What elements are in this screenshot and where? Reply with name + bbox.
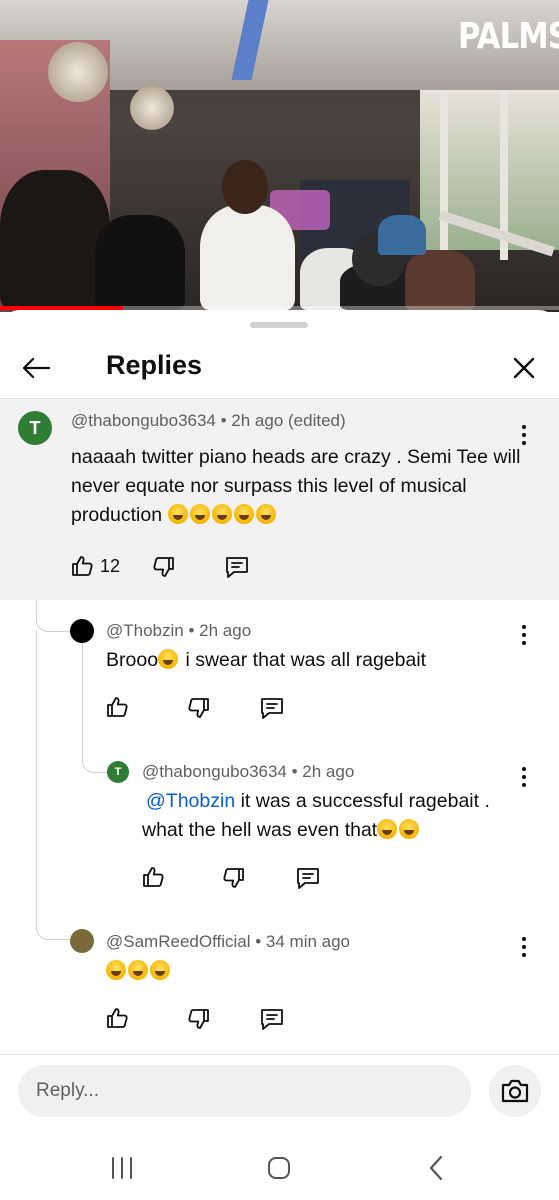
video-frame-person [95,215,185,310]
like-button[interactable] [105,695,129,719]
comment-meta: @SamReedOfficial • 34 min ago [106,932,350,952]
comment-text: naaaah twitter piano heads are crazy . S… [71,443,531,530]
video-frame-person [200,205,295,310]
video-frame-lamp [130,86,174,130]
camera-icon [501,1079,529,1103]
comment-icon [261,1009,283,1030]
video-frame-person [222,160,268,214]
dislike-button[interactable] [187,696,211,720]
reply-button[interactable] [224,555,250,579]
thumbs-up-icon [143,867,164,887]
thumbs-down-icon [153,557,174,577]
camera-button[interactable] [489,1065,541,1117]
comment-meta: @Thobzin • 2h ago [106,621,251,641]
avatar[interactable] [70,929,94,953]
grin-sweat-emoji [377,819,398,839]
reply-button[interactable] [259,696,285,720]
emoji-group [106,960,172,982]
channel-logo: PALMS [458,16,559,57]
dislike-button[interactable] [152,555,176,579]
thumbs-up-icon [107,1008,128,1028]
back-button[interactable] [16,348,56,388]
reply-button[interactable] [259,1007,285,1031]
composer-divider [0,1054,559,1055]
comment-text-content: Brooo [106,649,159,671]
thumbs-down-icon [188,698,209,718]
close-button[interactable] [504,348,544,388]
grin-sweat-emoji [158,649,179,669]
system-nav-bar [0,1140,559,1200]
replies-header: Replies [0,332,559,398]
comment-icon [297,868,319,889]
thumbs-down-icon [188,1009,209,1029]
home-icon [268,1157,290,1179]
comment-timestamp: • 2h ago (edited) [215,411,346,430]
avatar[interactable] [70,619,94,643]
dislike-button[interactable] [187,1007,211,1031]
close-icon [513,357,535,379]
thread-connector [36,600,72,632]
home-button[interactable] [259,1152,299,1184]
like-button[interactable] [141,865,165,889]
video-player[interactable]: PALMS [0,0,559,312]
comment-meta: @thabongubo3634 • 2h ago [142,762,354,782]
avatar-letter: T [29,417,41,438]
comment-author[interactable]: @Thobzin [106,621,184,640]
comment-author[interactable]: @thabongubo3634 [71,411,216,430]
thumbs-down-icon [223,868,244,888]
comment-menu-button[interactable] [512,932,536,962]
rofl-emoji [167,504,188,524]
comment-timestamp: • 34 min ago [250,932,351,951]
avatar-letter: T [114,766,122,778]
rofl-emoji [211,504,232,524]
thumbs-up-icon [72,556,93,576]
video-frame-person [378,215,426,255]
video-frame-window-bar [440,90,448,260]
sheet-drag-handle[interactable] [250,322,308,328]
reply-button[interactable] [295,866,321,890]
comment-icon [261,698,283,719]
rofl-emoji [233,504,254,524]
grin-sweat-emoji [399,819,420,839]
rofl-emoji [128,960,148,980]
video-frame-lamp [48,42,108,102]
thread-line [36,630,37,920]
recents-button[interactable] [102,1152,142,1184]
arrow-left-icon [22,357,50,379]
rofl-emoji [255,504,276,524]
page-title: Replies [106,350,203,380]
comment-text-content: naaaah twitter piano heads are crazy . S… [71,446,521,526]
rofl-emoji [106,960,126,980]
thread-connector [36,908,72,940]
back-icon [429,1155,443,1181]
system-back-button[interactable] [416,1152,456,1184]
comment-author[interactable]: @thabongubo3634 [142,762,287,781]
replies-sheet: Replies T @thabongubo3634 • 2h ago (edit… [0,310,559,1200]
mention-link[interactable]: @Thobzin [146,790,235,812]
comment-text: Brooo i swear that was all ragebait [106,646,526,675]
parent-comment: T @thabongubo3634 • 2h ago (edited) naaa… [0,399,559,600]
like-button[interactable] [105,1006,129,1030]
comment-text-content: i swear that was all ragebait [180,649,427,671]
comment-timestamp: • 2h ago [183,621,252,640]
rofl-emoji [150,960,170,980]
comment-timestamp: • 2h ago [286,762,355,781]
video-frame-person [0,170,110,310]
comment-text: @Thobzin it was a successful ragebait . … [142,787,522,845]
video-frame-person [405,250,475,310]
comment-author[interactable]: @SamReedOfficial [106,932,251,951]
avatar[interactable]: T [107,761,129,783]
like-button[interactable]: 12 [70,554,120,578]
like-count: 12 [100,555,121,576]
rofl-emoji [189,504,210,524]
reply-input[interactable] [18,1065,471,1117]
dislike-button[interactable] [222,866,246,890]
comment-text [106,957,306,986]
avatar[interactable]: T [18,411,52,445]
comment-meta: @thabongubo3634 • 2h ago (edited) [71,411,346,431]
recents-icon [112,1157,132,1179]
emoji-group [167,504,278,526]
thumbs-up-icon [107,697,128,717]
comment-icon [226,557,248,578]
